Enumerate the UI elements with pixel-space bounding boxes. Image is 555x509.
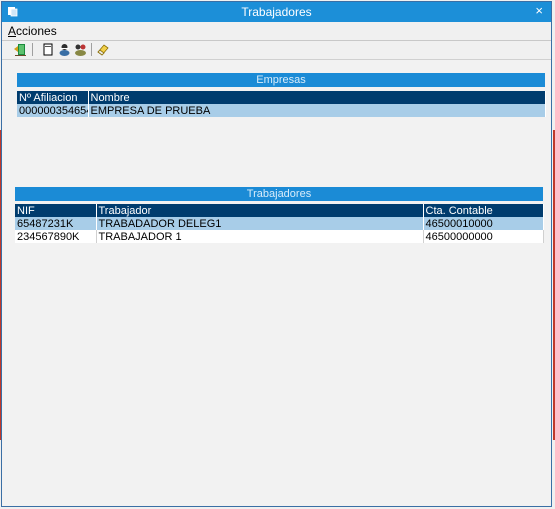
empresas-header-row: Nº Afiliacion Nombre	[17, 91, 546, 104]
trabajadores-panel-title: Trabajadores	[15, 187, 543, 201]
cell-cta-contable: 46500010000	[423, 217, 544, 230]
menu-acciones-mnemonic: A	[8, 24, 17, 38]
group-icon[interactable]	[73, 42, 88, 57]
title-bar[interactable]: Trabajadores ×	[2, 2, 551, 22]
table-row[interactable]: 000000354654 EMPRESA DE PRUEBA	[17, 104, 546, 117]
column-header-nombre[interactable]: Nombre	[88, 91, 546, 104]
window: Trabajadores × Acciones Empresas Nº Afil…	[1, 1, 552, 507]
window-title: Trabajadores	[241, 5, 312, 19]
cell-afiliacion: 000000354654	[17, 104, 89, 117]
cell-trabajador: TRABADADOR DELEG1	[96, 217, 424, 230]
menu-bar: Acciones	[2, 22, 551, 41]
people-icon[interactable]	[57, 42, 72, 57]
eraser-icon[interactable]	[95, 42, 110, 57]
cell-nombre: EMPRESA DE PRUEBA	[88, 104, 546, 117]
table-row[interactable]: 65487231K TRABADADOR DELEG1 46500010000	[15, 217, 544, 230]
toolbar	[2, 41, 551, 60]
close-icon[interactable]: ×	[535, 3, 543, 18]
cell-nif: 65487231K	[15, 217, 97, 230]
empresas-panel-title: Empresas	[17, 73, 545, 87]
table-row[interactable]: 234567890K TRABAJADOR 1 46500000000	[15, 230, 544, 243]
empresas-grid: Nº Afiliacion Nombre 000000354654 EMPRES…	[17, 91, 546, 117]
menu-acciones-label: cciones	[16, 24, 57, 38]
cell-trabajador: TRABAJADOR 1	[96, 230, 424, 243]
new-document-icon[interactable]	[41, 42, 56, 57]
column-header-afiliacion[interactable]: Nº Afiliacion	[17, 91, 89, 104]
toolbar-separator	[32, 43, 33, 56]
cell-cta-contable: 46500000000	[423, 230, 544, 243]
column-header-cta-contable[interactable]: Cta. Contable	[423, 204, 544, 217]
cell-nif: 234567890K	[15, 230, 97, 243]
trabajadores-header-row: NIF Trabajador Cta. Contable	[15, 204, 544, 217]
toolbar-separator	[91, 43, 92, 56]
menu-acciones[interactable]: Acciones	[8, 24, 57, 38]
trabajadores-grid: NIF Trabajador Cta. Contable 65487231K T…	[15, 204, 544, 243]
column-header-nif[interactable]: NIF	[15, 204, 97, 217]
exit-icon[interactable]	[13, 42, 28, 57]
column-header-trabajador[interactable]: Trabajador	[96, 204, 424, 217]
